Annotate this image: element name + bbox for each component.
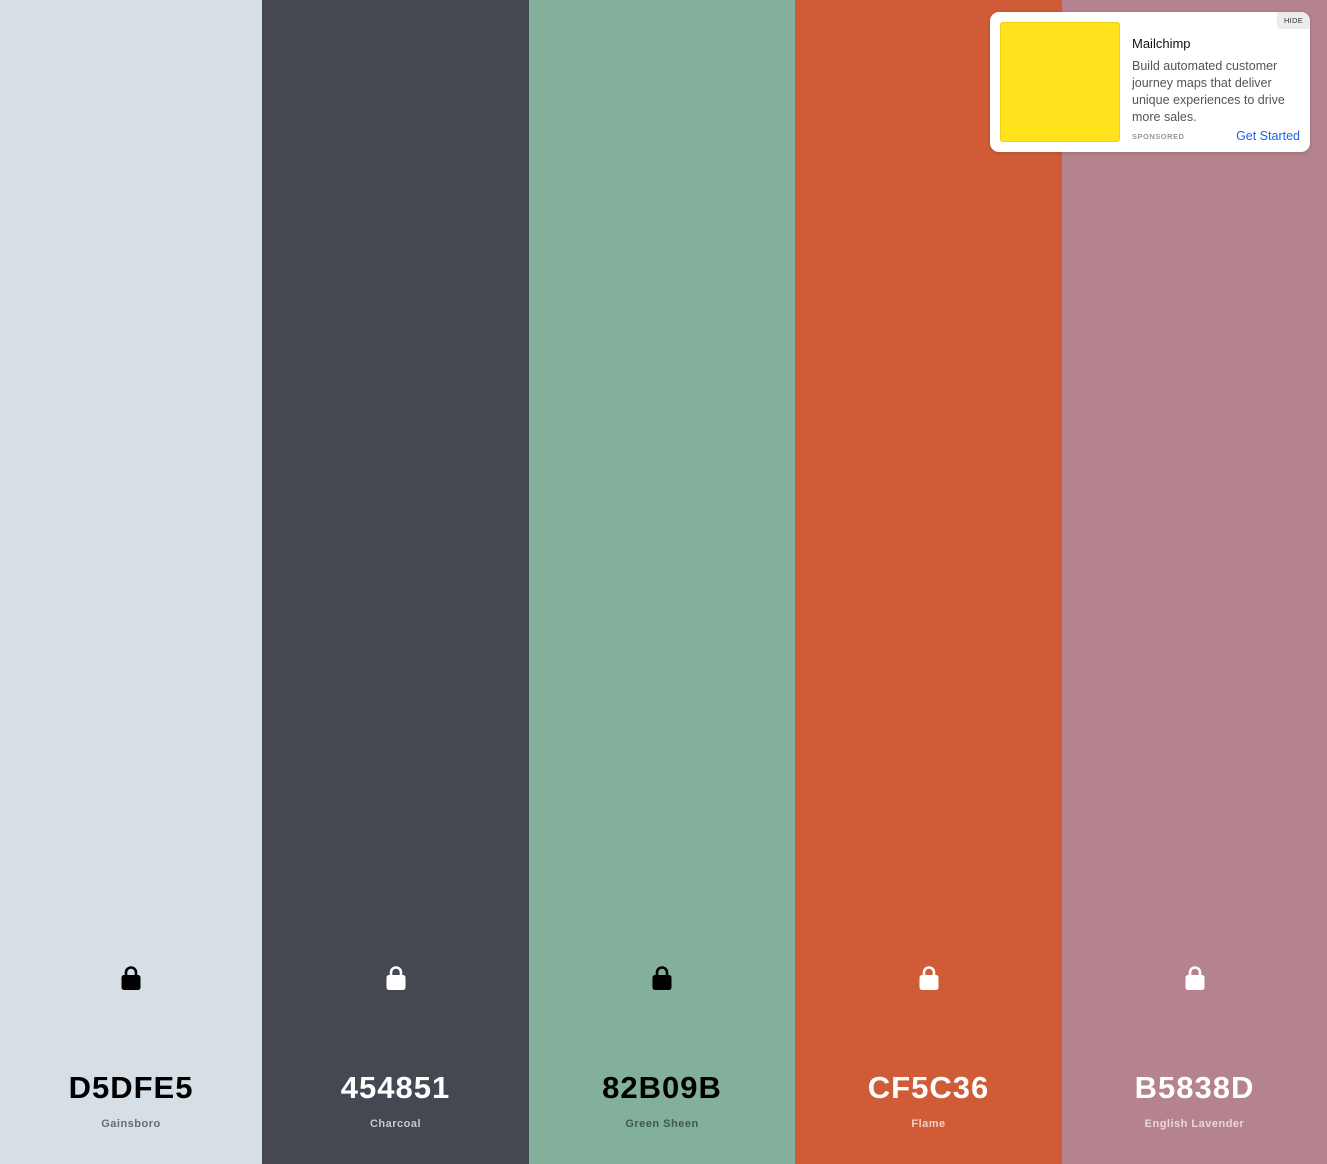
color-name: English Lavender <box>1144 1118 1245 1130</box>
hex-code[interactable]: 454851 <box>262 1068 529 1108</box>
hex-code[interactable]: CF5C36 <box>795 1068 1062 1108</box>
hex-code[interactable]: D5DFE5 <box>0 1068 262 1108</box>
ad-description: Build automated customer journey maps th… <box>1132 59 1285 124</box>
lock-icon[interactable] <box>651 965 673 991</box>
lock-icon[interactable] <box>120 965 142 991</box>
ad-image[interactable] <box>1000 22 1120 142</box>
swatch-gainsboro[interactable]: D5DFE5 Gainsboro <box>0 0 262 1164</box>
sponsored-ad-card: Mailchimp Build automated customer journ… <box>990 12 1310 152</box>
swatch-charcoal[interactable]: 454851 Charcoal <box>262 0 529 1164</box>
color-name: Flame <box>911 1118 946 1130</box>
hex-code[interactable]: 82B09B <box>529 1068 795 1108</box>
ad-title[interactable]: Mailchimp <box>1132 36 1191 51</box>
swatch-english-lavender[interactable]: B5838D English Lavender <box>1062 0 1327 1164</box>
lock-icon[interactable] <box>1184 965 1206 991</box>
swatch-green-sheen[interactable]: 82B09B Green Sheen <box>529 0 795 1164</box>
hide-ad-button[interactable]: HIDE <box>1277 12 1310 29</box>
swatch-flame[interactable]: CF5C36 Flame <box>795 0 1062 1164</box>
color-name: Green Sheen <box>625 1118 699 1130</box>
palette: D5DFE5 Gainsboro 454851 Charcoal 82B09B … <box>0 0 1327 1164</box>
sponsored-label: SPONSORED <box>1132 132 1185 141</box>
color-name: Gainsboro <box>101 1118 161 1130</box>
hex-code[interactable]: B5838D <box>1062 1068 1327 1108</box>
lock-icon[interactable] <box>918 965 940 991</box>
get-started-link[interactable]: Get Started <box>1236 129 1300 143</box>
color-name: Charcoal <box>369 1118 422 1130</box>
lock-icon[interactable] <box>385 965 407 991</box>
